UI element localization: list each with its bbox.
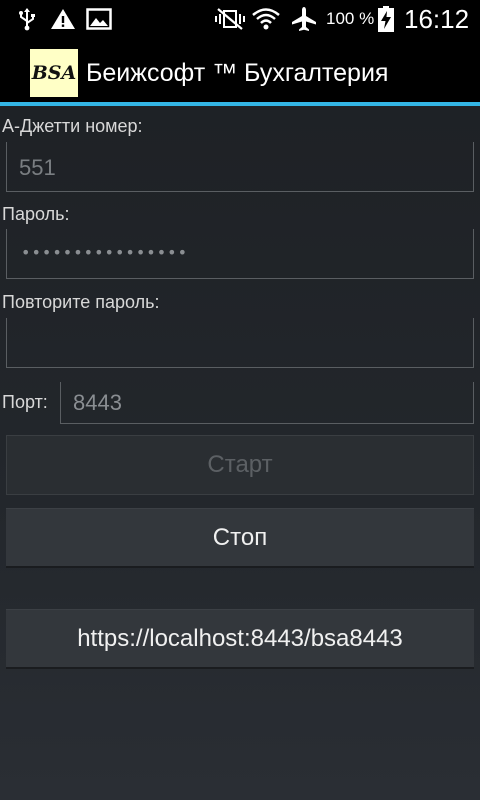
battery-percent: 100 %: [326, 9, 375, 28]
stop-button[interactable]: Стоп: [6, 508, 474, 568]
battery-charging-icon: [376, 0, 396, 38]
port-value: 8443: [73, 390, 122, 415]
repeat-password-label: Повторите пароль:: [2, 292, 160, 312]
no-vibrate-icon: [214, 0, 246, 38]
port-field[interactable]: 8443: [60, 382, 474, 424]
app-title: Беижсофт ™ Бухгалтерия: [86, 59, 389, 87]
image-icon: [86, 0, 112, 38]
app-logo[interactable]: BSA: [30, 49, 78, 97]
wifi-icon: [250, 0, 282, 38]
password-label: Пароль:: [2, 204, 70, 224]
jetty-number-field[interactable]: 551: [6, 142, 474, 192]
warning-icon: [50, 0, 76, 38]
clock: 16:12: [404, 4, 470, 34]
status-bar: 100 % 16:12: [0, 0, 480, 38]
airplane-icon: [290, 0, 318, 38]
open-url-button[interactable]: https://localhost:8443/bsa8443: [6, 609, 474, 669]
password-field[interactable]: ••••••••••••••••: [6, 229, 474, 279]
port-label: Порт:: [2, 392, 48, 412]
repeat-password-field[interactable]: [6, 318, 474, 368]
start-button[interactable]: Старт: [6, 435, 474, 495]
password-value: ••••••••••••••••: [21, 243, 188, 262]
jetty-number-label: A-Джетти номер:: [2, 116, 143, 136]
jetty-number-value: 551: [19, 155, 56, 180]
app-bar: BSA Беижсофт ™ Бухгалтерия: [0, 38, 480, 106]
usb-icon: [14, 0, 40, 38]
